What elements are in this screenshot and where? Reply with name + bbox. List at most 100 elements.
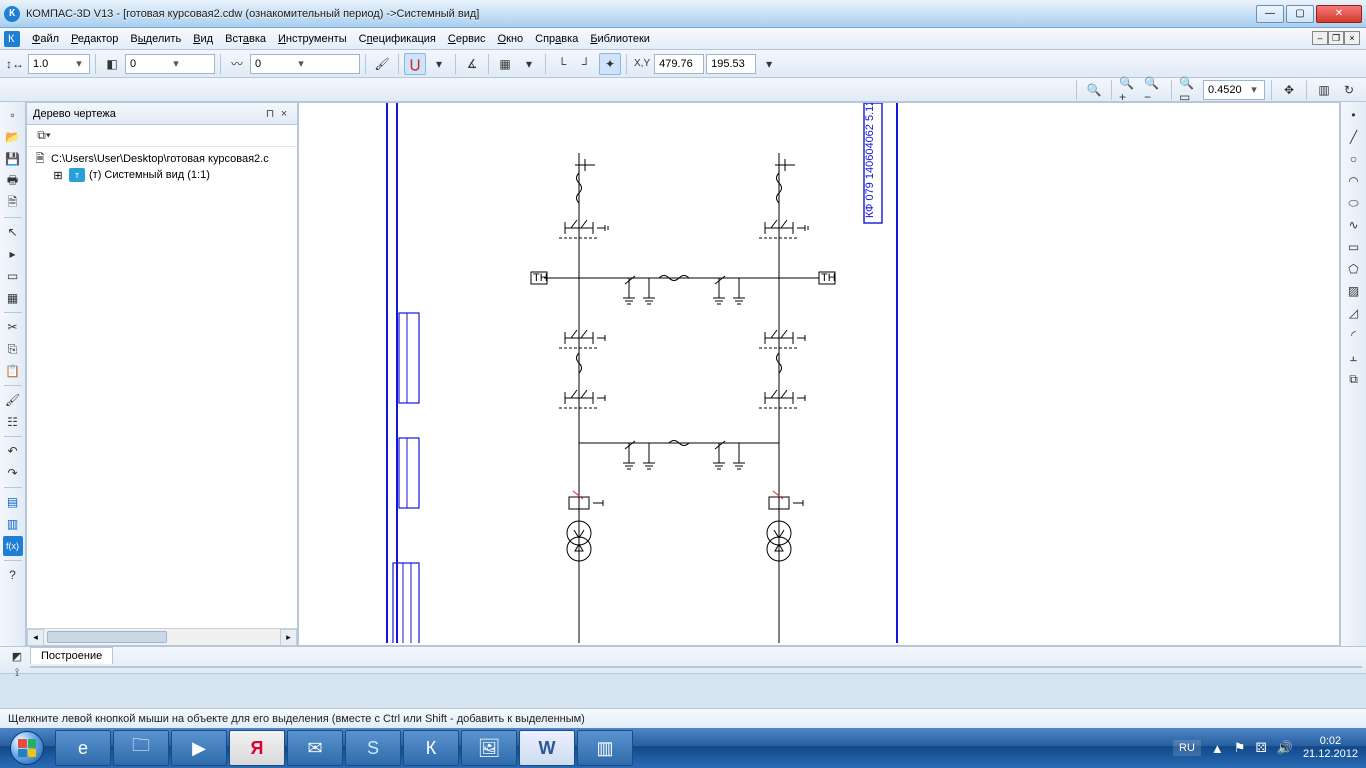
new-doc-icon[interactable]: ▫ (3, 105, 23, 125)
grid-icon[interactable]: ▦ (494, 53, 516, 75)
spec2-icon[interactable]: ▥ (3, 514, 23, 534)
geom-poly-icon[interactable]: ⬠ (1344, 259, 1364, 279)
magnet-drop-icon[interactable]: ▾ (428, 53, 450, 75)
menu-help[interactable]: Справка (529, 31, 584, 47)
geom-spline-icon[interactable]: ∿ (1344, 215, 1364, 235)
fx-icon[interactable]: f(x) (3, 536, 23, 556)
menu-library[interactable]: Библиотеки (584, 31, 656, 47)
print-icon[interactable]: 🖶 (3, 171, 23, 191)
help-icon[interactable]: ? (3, 565, 23, 585)
menu-select[interactable]: Выделить (124, 31, 187, 47)
menu-window[interactable]: Окно (492, 31, 530, 47)
minimize-button[interactable]: — (1256, 5, 1284, 23)
mdi-close-button[interactable]: × (1344, 31, 1360, 45)
tray-flag2-icon[interactable]: ⚑ (1234, 740, 1246, 756)
menu-file[interactable]: Файл (26, 31, 65, 47)
panel-close-icon[interactable]: × (277, 108, 291, 120)
taskbar-kompas-icon[interactable]: К (403, 730, 459, 766)
taskbar-yandex-icon[interactable]: Я (229, 730, 285, 766)
tray-volume-icon[interactable]: 🔊 (1277, 740, 1293, 756)
expand-icon[interactable]: ⊞ (51, 168, 65, 182)
menu-view[interactable]: Вид (187, 31, 219, 47)
menu-app-icon[interactable]: К (4, 31, 20, 47)
zoom-combo[interactable]: 0.4520▾ (1203, 80, 1265, 100)
tree-hscrollbar[interactable]: ◂ ▸ (27, 628, 297, 645)
refresh-icon[interactable]: ↻ (1338, 79, 1360, 101)
tree-root-row[interactable]: 🗎 C:\Users\User\Desktop\готовая курсовая… (33, 151, 291, 167)
lang-indicator[interactable]: RU (1173, 740, 1201, 756)
angle-icon[interactable]: ∡ (461, 53, 483, 75)
view-prev-icon[interactable]: ▥ (1313, 79, 1335, 101)
spec-icon[interactable]: ▤ (3, 492, 23, 512)
zoom-window-icon[interactable]: 🔍 (1083, 79, 1105, 101)
scroll-right-icon[interactable]: ▸ (280, 629, 297, 646)
geom-fillet-icon[interactable]: ◜ (1344, 325, 1364, 345)
geom-offset-icon[interactable]: ⫠ (1344, 347, 1364, 367)
taskbar-ie-icon[interactable]: e (55, 730, 111, 766)
arrow-icon[interactable]: ↖ (3, 222, 23, 242)
geom-point-icon[interactable]: • (1344, 105, 1364, 125)
snap-toggle-icon[interactable]: ↕↔ (4, 53, 26, 75)
taskbar-picture-icon[interactable]: 🖼 (461, 730, 517, 766)
magnet-icon[interactable]: ⋃ (404, 53, 426, 75)
select-group-icon[interactable]: ▦ (3, 288, 23, 308)
close-button[interactable]: ✕ (1316, 5, 1362, 23)
start-button[interactable] (0, 728, 54, 768)
linestyle-combo[interactable]: 0▾ (250, 54, 360, 74)
zoom-fit-icon[interactable]: 🔍▭ (1178, 79, 1200, 101)
zoom-in-icon[interactable]: 🔍+ (1118, 79, 1140, 101)
pan-icon[interactable]: ✥ (1278, 79, 1300, 101)
tray-network-icon[interactable]: ⚄ (1255, 740, 1266, 756)
snap-xy-icon[interactable]: ✦ (599, 53, 621, 75)
menu-editor[interactable]: Редактор (65, 31, 124, 47)
tree-view-row[interactable]: ⊞ т (т) Системный вид (1:1) (33, 167, 291, 183)
geom-rect-icon[interactable]: ▭ (1344, 237, 1364, 257)
drawing-canvas[interactable]: КФ 079 140604062 5.12.11 33 (298, 102, 1340, 646)
paint-icon[interactable]: 🖌 (371, 53, 393, 75)
scroll-thumb[interactable] (47, 631, 167, 643)
ortho-l-icon[interactable]: └ (551, 53, 573, 75)
menu-insert[interactable]: Вставка (219, 31, 272, 47)
taskbar-word-icon[interactable]: W (519, 730, 575, 766)
maximize-button[interactable]: ▢ (1286, 5, 1314, 23)
taskbar-explorer-icon[interactable]: 🗀 (113, 730, 169, 766)
scroll-left-icon[interactable]: ◂ (27, 629, 44, 646)
pin-icon[interactable]: ⊓ (263, 107, 277, 120)
layer-icon[interactable]: ◧ (101, 53, 123, 75)
geom-collect-icon[interactable]: ⧉ (1344, 369, 1364, 389)
copy-icon[interactable]: ⎘ (3, 339, 23, 359)
brush-icon[interactable]: 🖌 (3, 390, 23, 410)
taskbar-app-icon[interactable]: ▥ (577, 730, 633, 766)
preview-icon[interactable]: 🗎 (3, 193, 23, 213)
menu-spec[interactable]: Спецификация (353, 31, 442, 47)
menu-service[interactable]: Сервис (442, 31, 492, 47)
pointer-icon[interactable]: ▸ (3, 244, 23, 264)
command-input[interactable] (30, 666, 1362, 668)
redo-icon[interactable]: ↷ (3, 463, 23, 483)
select-rect-icon[interactable]: ▭ (3, 266, 23, 286)
coord-drop-icon[interactable]: ▾ (758, 53, 780, 75)
taskbar-media-icon[interactable]: ▶ (171, 730, 227, 766)
mode-a-icon[interactable]: ◩ (7, 649, 27, 663)
geom-arc-icon[interactable]: ◠ (1344, 171, 1364, 191)
mdi-restore-button[interactable]: ❐ (1328, 31, 1344, 45)
zoom-out-icon[interactable]: 🔍− (1143, 79, 1165, 101)
ortho-step-icon[interactable]: ┘ (575, 53, 597, 75)
paste-icon[interactable]: 📋 (3, 361, 23, 381)
taskbar-skype-icon[interactable]: S (345, 730, 401, 766)
tree-mode-icon[interactable]: ⧉▾ (31, 125, 57, 147)
geom-chamfer-icon[interactable]: ◿ (1344, 303, 1364, 323)
coord-y-field[interactable]: 195.53 (706, 54, 756, 74)
grid-drop-icon[interactable]: ▾ (518, 53, 540, 75)
geom-line-icon[interactable]: ╱ (1344, 127, 1364, 147)
geom-hatch-icon[interactable]: ▨ (1344, 281, 1364, 301)
menu-tools[interactable]: Инструменты (272, 31, 353, 47)
tray-flag-icon[interactable]: ▲ (1211, 741, 1224, 756)
taskbar-mail-icon[interactable]: ✉ (287, 730, 343, 766)
layer-combo[interactable]: 0▾ (125, 54, 215, 74)
coord-x-field[interactable]: 479.76 (654, 54, 704, 74)
open-icon[interactable]: 📂 (3, 127, 23, 147)
scale-combo[interactable]: 1.0▾ (28, 54, 90, 74)
geom-ellipse-icon[interactable]: ⬭ (1344, 193, 1364, 213)
mdi-minimize-button[interactable]: – (1312, 31, 1328, 45)
